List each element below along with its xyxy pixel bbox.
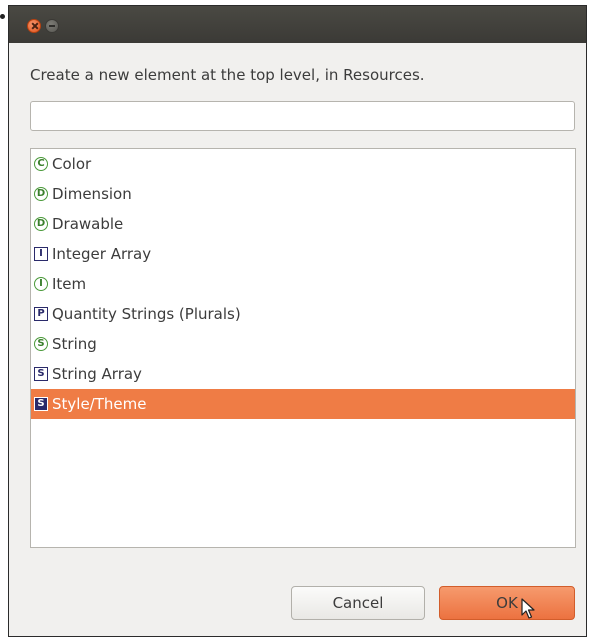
list-item[interactable]: D Dimension — [31, 179, 575, 209]
list-item-label: String — [52, 335, 97, 353]
style-theme-icon: S — [34, 397, 48, 411]
string-array-icon: S — [34, 367, 48, 381]
list-item-label: Style/Theme — [52, 395, 147, 413]
list-item-label: Drawable — [52, 215, 124, 233]
plurals-icon: P — [34, 307, 48, 321]
element-type-list: C Color D Dimension D Drawable I Integer Array I… — [30, 148, 576, 548]
cancel-button[interactable]: Cancel — [291, 586, 425, 620]
list-item-label: Dimension — [52, 185, 132, 203]
list-item[interactable]: I Integer Array — [31, 239, 575, 269]
list-item[interactable]: D Drawable — [31, 209, 575, 239]
dialog-description: Create a new element at the top level, i… — [30, 66, 425, 84]
list-item-label: Quantity Strings (Plurals) — [52, 305, 241, 323]
item-icon: I — [34, 277, 48, 291]
string-icon: S — [34, 337, 48, 351]
mouse-cursor-icon — [521, 598, 535, 619]
color-icon: C — [34, 157, 48, 171]
list-item-label: Integer Array — [52, 245, 152, 263]
title-bar — [9, 6, 586, 43]
list-item[interactable]: P Quantity Strings (Plurals) — [31, 299, 575, 329]
ok-button[interactable]: OK — [439, 586, 575, 620]
list-item[interactable]: S String Array — [31, 359, 575, 389]
list-item-label: Color — [52, 155, 92, 173]
minimize-window-icon[interactable] — [45, 19, 59, 33]
integer-array-icon: I — [34, 247, 48, 261]
list-item-label: Item — [52, 275, 87, 293]
drawable-icon: D — [34, 217, 48, 231]
list-item[interactable]: S Style/Theme — [31, 389, 575, 419]
list-item[interactable]: I Item — [31, 269, 575, 299]
list-item[interactable]: C Color — [31, 149, 575, 179]
close-window-icon[interactable] — [27, 19, 41, 33]
new-element-dialog: Create a new element at the top level, i… — [8, 5, 587, 637]
list-item[interactable]: S String — [31, 329, 575, 359]
dimension-icon: D — [34, 187, 48, 201]
bullet-marker — [0, 14, 5, 19]
search-input[interactable] — [30, 101, 575, 131]
list-item-label: String Array — [52, 365, 142, 383]
